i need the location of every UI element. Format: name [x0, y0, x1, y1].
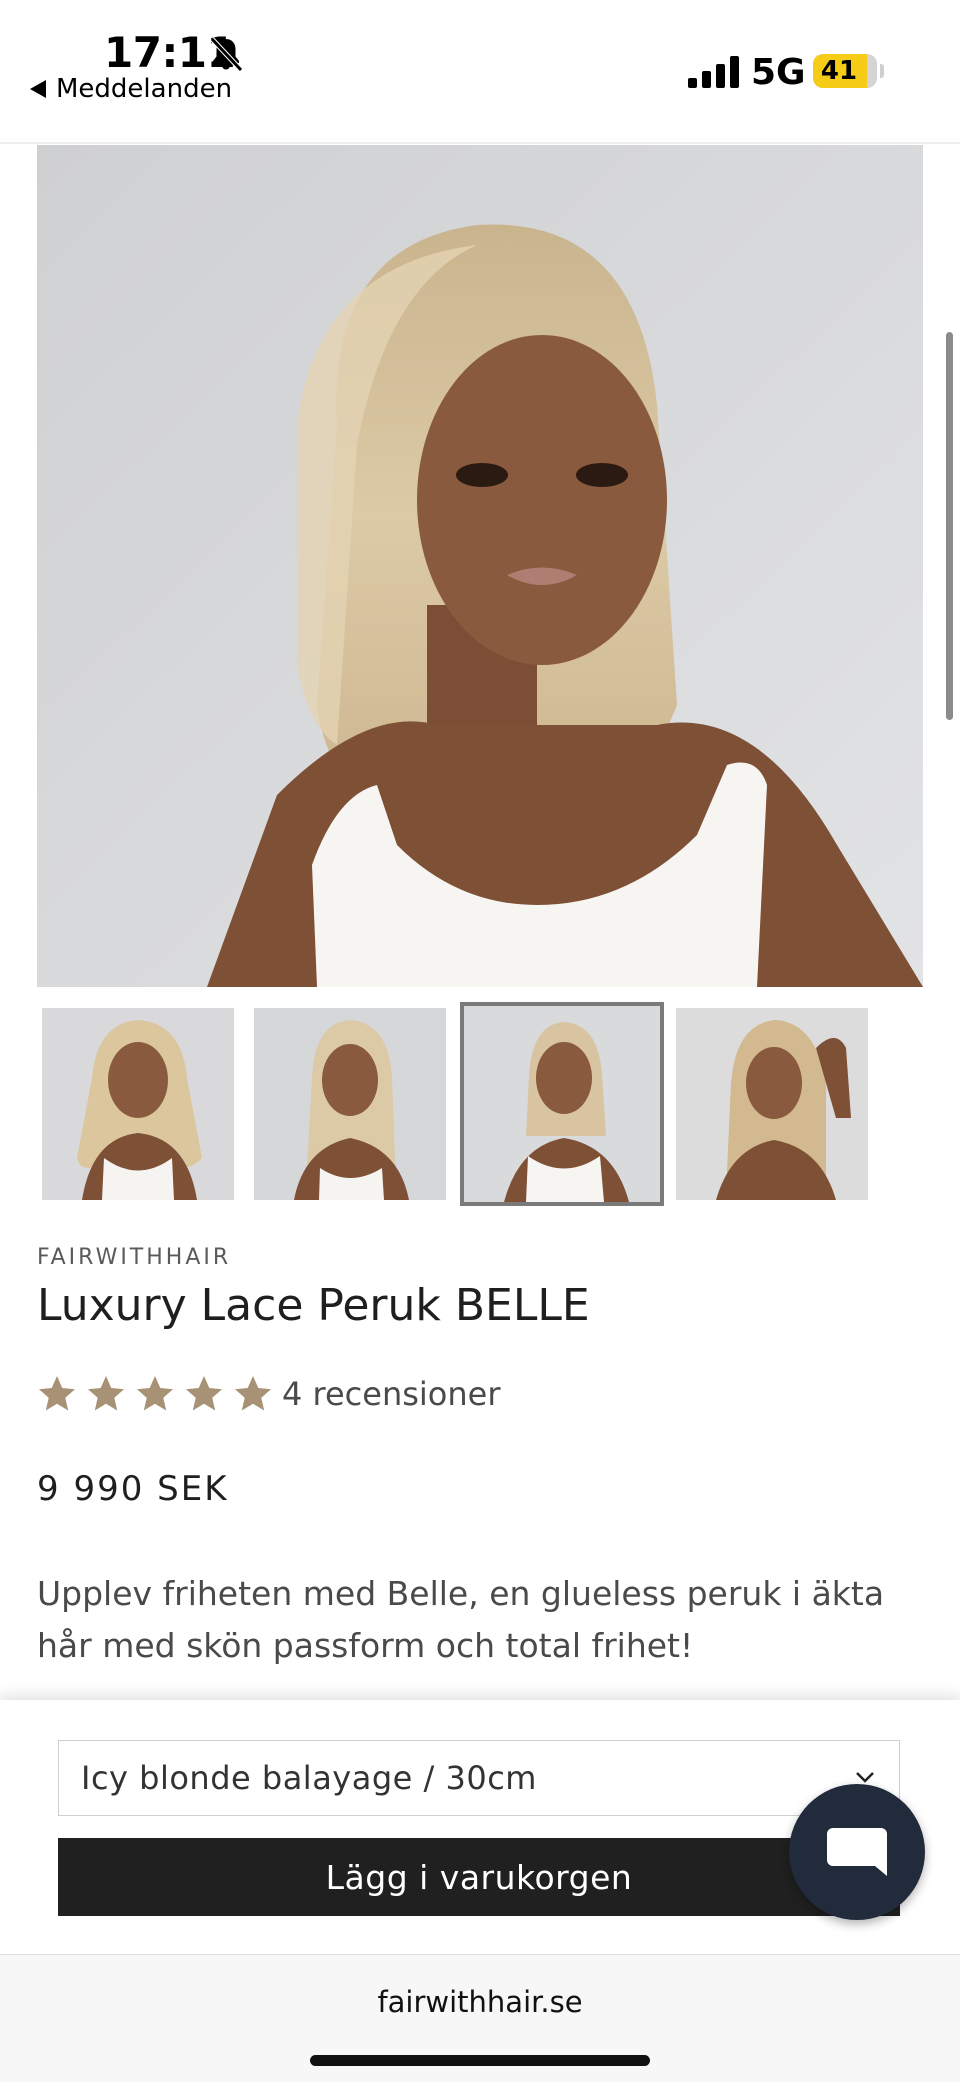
product-brand: FAIRWITHHAIR	[37, 1245, 232, 1270]
star-icon	[88, 1376, 124, 1411]
thumbnail-2[interactable]	[254, 1008, 446, 1200]
product-description: Upplev friheten med Belle, en glueless p…	[37, 1574, 885, 1665]
browser-address-bar: fairwithhair.se	[0, 1954, 960, 2082]
chat-bubble-icon	[827, 1828, 887, 1876]
star-icon	[39, 1376, 75, 1411]
product-main-image[interactable]	[37, 145, 923, 987]
product-price: 9 990 SEK	[37, 1469, 229, 1509]
portrait-illustration	[37, 145, 923, 987]
star-icon	[235, 1376, 271, 1411]
star-icon	[186, 1376, 222, 1411]
divider	[0, 142, 960, 144]
back-label: Meddelanden	[56, 74, 233, 104]
star-icon	[137, 1376, 173, 1411]
reviews-link[interactable]: 4 recensioner	[282, 1375, 501, 1413]
page-scrollbar[interactable]	[946, 332, 953, 720]
thumbnail-1[interactable]	[42, 1008, 234, 1200]
add-to-cart-button[interactable]: Lägg i varukorgen	[58, 1838, 900, 1916]
rating-stars	[37, 1374, 282, 1414]
thumbnail-image	[42, 1008, 234, 1200]
back-triangle-icon	[30, 80, 46, 98]
battery-indicator: 41	[813, 54, 877, 88]
home-indicator[interactable]	[310, 2055, 650, 2066]
signal-bars-icon	[688, 56, 739, 88]
url-text[interactable]: fairwithhair.se	[0, 1985, 960, 2019]
variant-select[interactable]: Icy blonde balayage / 30cm	[58, 1740, 900, 1816]
thumbnail-3[interactable]	[460, 1002, 664, 1206]
back-to-app-link[interactable]: Meddelanden	[30, 74, 232, 104]
bell-muted-icon	[210, 37, 243, 72]
thumbnail-4[interactable]	[676, 1008, 868, 1200]
battery-percent: 41	[820, 56, 858, 86]
network-type: 5G	[751, 52, 806, 93]
thumbnail-image	[254, 1008, 446, 1200]
thumbnail-image	[676, 1008, 868, 1200]
chat-button[interactable]	[789, 1784, 925, 1920]
product-rating[interactable]: 4 recensioner	[37, 1374, 501, 1414]
battery-tip	[880, 64, 884, 78]
status-bar: 17:11 Meddelanden 5G 41	[0, 0, 960, 140]
variant-selected-value: Icy blonde balayage / 30cm	[81, 1759, 537, 1797]
product-title: Luxury Lace Peruk BELLE	[37, 1280, 590, 1331]
thumbnail-image	[464, 1006, 660, 1202]
